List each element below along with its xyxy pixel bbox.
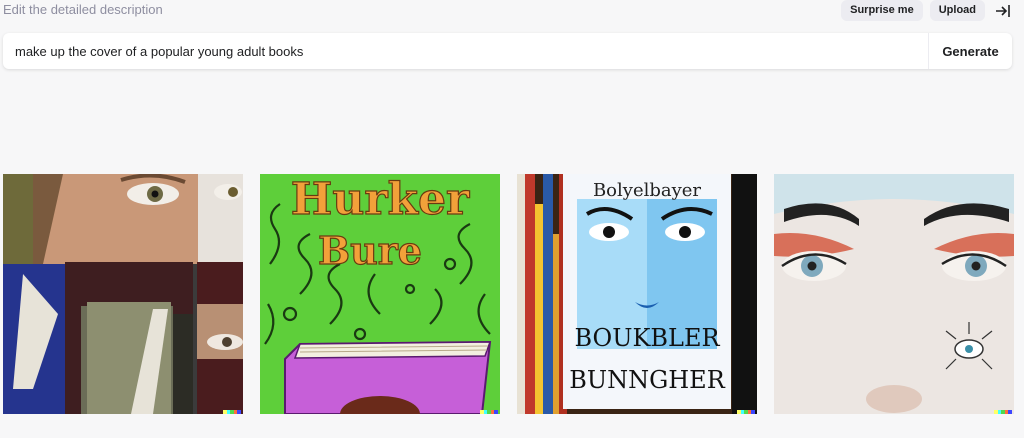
image-4-art [774, 174, 1014, 414]
cover-title-2: BUNNGHER [569, 366, 725, 394]
image-signature [223, 410, 241, 414]
top-actions: Surprise me Upload [841, 0, 1014, 21]
generated-image-4[interactable] [774, 174, 1014, 414]
collapse-right-icon[interactable] [992, 0, 1014, 21]
image-signature [480, 410, 498, 414]
image-grid: Hurker Bure Bolyelbayer BOUKBLER BUNNGHE… [3, 174, 1014, 414]
cover-title-1: BOUKBLER [574, 324, 720, 352]
surprise-me-button[interactable]: Surprise me [841, 0, 923, 21]
upload-button[interactable]: Upload [929, 0, 985, 21]
cover-title-2: Bure [318, 228, 422, 273]
generated-image-1[interactable] [3, 174, 243, 414]
image-3-art: Bolyelbayer BOUKBLER BUNNGHER [517, 174, 757, 414]
image-1-art [3, 174, 243, 414]
cover-title-1: Hurker [291, 174, 470, 225]
prompt-input[interactable] [3, 33, 928, 69]
generated-image-2[interactable]: Hurker Bure [260, 174, 500, 414]
image-signature [737, 410, 755, 414]
image-2-art: Hurker Bure [260, 174, 500, 414]
generated-image-3[interactable]: Bolyelbayer BOUKBLER BUNNGHER [517, 174, 757, 414]
prompt-bar: Generate [3, 33, 1012, 69]
prompt-hint: Edit the detailed description [3, 2, 163, 17]
image-signature [994, 410, 1012, 414]
cover-top-text: Bolyelbayer [593, 180, 701, 201]
generate-button[interactable]: Generate [928, 33, 1012, 69]
